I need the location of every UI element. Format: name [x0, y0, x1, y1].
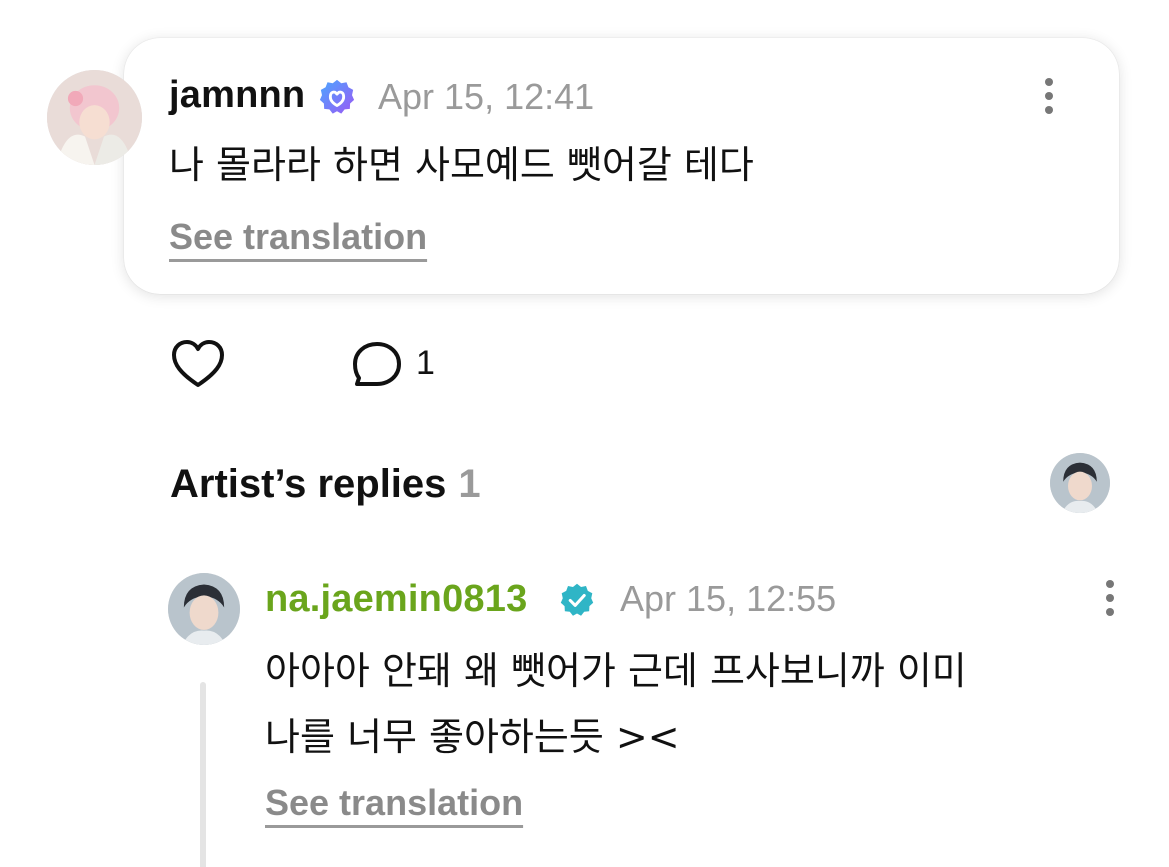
see-translation-link[interactable]: See translation	[265, 782, 523, 824]
artist-username[interactable]: na.jaemin0813	[265, 578, 527, 621]
comment-thread-view: jamnnn Apr 15, 12:41 나 몰라라 하면 사모예드 뺏어갈 테…	[0, 0, 1169, 867]
heart-icon[interactable]	[170, 338, 226, 390]
reply-text-line-2: 나를 너무 좋아하는듯 ><	[265, 715, 680, 759]
comment-timestamp: Apr 15, 12:41	[378, 76, 595, 117]
comment-text: 나 몰라라 하면 사모예드 뺏어갈 테다	[169, 143, 754, 187]
artist-avatar-small[interactable]	[1050, 453, 1110, 513]
reply-text: 아아아 안돼 왜 뺏어가 근데 프사보니까 이미 나를 너무 좋아하는듯 ><	[265, 638, 1065, 770]
artist-replies-count: 1	[458, 462, 481, 506]
verified-badge-icon	[319, 79, 355, 114]
verified-badge-icon	[560, 583, 594, 616]
reply-text-line-1: 아아아 안돼 왜 뺏어가 근데 프사보니까 이미	[265, 649, 967, 693]
reply-timestamp: Apr 15, 12:55	[620, 578, 837, 619]
artist-replies-title: Artist’s replies 1	[170, 462, 481, 507]
more-options-icon[interactable]	[1039, 76, 1059, 116]
artist-avatar[interactable]	[168, 573, 240, 645]
commenter-avatar[interactable]	[47, 70, 142, 165]
commenter-username[interactable]: jamnnn	[169, 74, 305, 117]
artist-replies-label: Artist’s replies	[170, 462, 447, 506]
reply-count: 1	[416, 344, 435, 382]
comment-bubble-icon[interactable]	[349, 338, 405, 390]
more-options-icon[interactable]	[1100, 578, 1120, 618]
see-translation-link[interactable]: See translation	[169, 216, 427, 258]
thread-connector-line	[200, 682, 206, 867]
